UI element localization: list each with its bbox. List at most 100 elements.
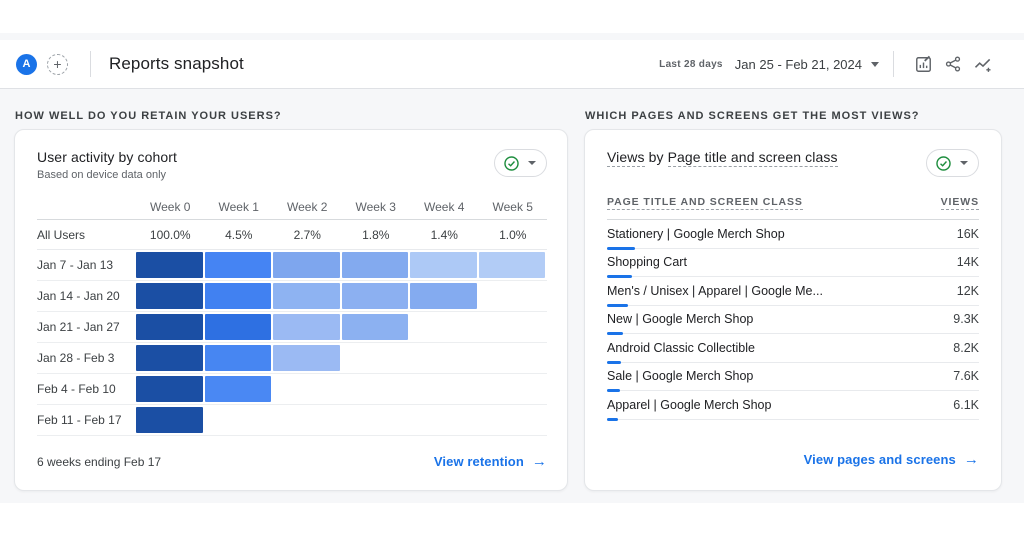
views-value-cell: 6.1K (953, 397, 979, 412)
title-dimension[interactable]: Page title and screen class (667, 149, 838, 167)
table-row: New | Google Merch Shop 9.3K (607, 306, 979, 335)
page-title-cell: Stationery | Google Merch Shop (607, 226, 785, 241)
cohort-cell (204, 314, 271, 340)
table-row: Apparel | Google Merch Shop 6.1K (607, 391, 979, 421)
cohort-cell (341, 283, 408, 309)
metric-column-header[interactable]: VIEWS (940, 196, 979, 210)
cohort-cell-empty (205, 405, 274, 435)
cohort-row: Jan 28 - Feb 3 (37, 343, 547, 374)
cohort-cell-empty (479, 405, 548, 435)
cohort-cell-empty (479, 374, 548, 404)
week-header-label: Week 4 (424, 200, 465, 214)
cohort-cell (136, 376, 203, 402)
cohort-cell (204, 252, 271, 278)
cohort-cell-empty (273, 405, 342, 435)
all-users-value: 100.0% (149, 227, 191, 242)
cohort-cell (410, 252, 477, 278)
pages-table: Stationery | Google Merch Shop 16K Shoppin… (607, 220, 979, 421)
cohort-row-label: Feb 4 - Feb 10 (37, 382, 116, 396)
all-users-value: 1.0% (499, 227, 527, 242)
chevron-down-icon (960, 161, 968, 165)
cohort-footer-note: 6 weeks ending Feb 17 (37, 454, 162, 469)
cohort-cell (136, 407, 203, 433)
cohort-cell (341, 252, 408, 278)
cohort-row-label: Feb 11 - Feb 17 (37, 413, 122, 427)
cohort-cell (204, 283, 271, 309)
pages-column-headers: PAGE TITLE AND SCREEN CLASS VIEWS (607, 196, 979, 220)
views-value-cell: 9.3K (953, 312, 979, 327)
page-title-cell: Men's / Unisex | Apparel | Google Me... (607, 283, 823, 298)
views-value-cell: 14K (956, 255, 979, 270)
data-quality-badge[interactable] (926, 149, 979, 177)
cohort-row: Feb 11 - Feb 17 (37, 405, 547, 436)
cohort-row: Jan 14 - Jan 20 (37, 281, 547, 312)
pages-card: Views by Page title and screen class PAG… (584, 129, 1002, 491)
customize-report-icon[interactable] (908, 49, 938, 79)
page-title-cell: New | Google Merch Shop (607, 312, 754, 327)
pages-section-label: WHICH PAGES AND SCREENS GET THE MOST VIE… (585, 110, 920, 122)
cohort-cell (204, 376, 271, 402)
page-title: Reports snapshot (109, 54, 244, 73)
cohort-cell (273, 345, 340, 371)
cohort-heatmap: Jan 7 - Jan 13 Jan 14 - Jan 20 Jan 21 - Ja… (37, 250, 547, 436)
table-row: Sale | Google Merch Shop 7.6K (607, 363, 979, 392)
retention-card: User activity by cohort Based on device … (14, 129, 568, 491)
table-row: Men's / Unisex | Apparel | Google Me... 1… (607, 277, 979, 307)
views-bar (607, 417, 618, 421)
arrow-right-icon: → (963, 450, 979, 468)
views-value-cell: 8.2K (953, 340, 979, 355)
chevron-down-icon (528, 161, 536, 165)
cohort-cell-empty (273, 374, 342, 404)
cohort-cell (136, 314, 203, 340)
cohort-all-users-row: All Users 100.0% 4.5% 2.7% 1.8% 1.4% 1.0% (37, 220, 547, 250)
retention-section-label: HOW WELL DO YOU RETAIN YOUR USERS? (15, 110, 282, 122)
cohort-cell-empty (479, 312, 548, 342)
cohort-cell-empty (342, 343, 411, 373)
account-avatar[interactable]: A (16, 53, 37, 75)
week-header-label: Week 0 (150, 200, 191, 214)
dimension-column-header[interactable]: PAGE TITLE AND SCREEN CLASS (607, 196, 803, 210)
cohort-cell (410, 283, 477, 309)
cohort-cell (341, 314, 408, 340)
week-header-label: Week 3 (355, 200, 396, 214)
date-range-value: Jan 25 - Feb 21, 2024 (734, 56, 862, 72)
cohort-row: Jan 7 - Jan 13 (37, 250, 547, 281)
page-title-cell: Apparel | Google Merch Shop (607, 397, 772, 412)
week-header-label: Week 5 (492, 200, 533, 214)
cohort-row: Feb 4 - Feb 10 (37, 374, 547, 405)
views-value-cell: 16K (956, 226, 979, 241)
views-value-cell: 12K (956, 283, 979, 298)
green-check-icon (936, 155, 951, 171)
share-icon[interactable] (938, 49, 968, 79)
pages-card-title: Views by Page title and screen class (607, 149, 838, 167)
table-row: Android Classic Collectible 8.2K (607, 334, 979, 364)
retention-card-title: User activity by cohort (37, 149, 178, 165)
add-comparison-button[interactable]: + (47, 53, 68, 75)
cohort-cell-empty (410, 312, 479, 342)
all-users-value: 2.7% (293, 227, 321, 242)
all-users-label: All Users (37, 227, 86, 242)
view-retention-link[interactable]: View retention → (434, 453, 547, 470)
data-quality-badge[interactable] (494, 149, 547, 177)
top-bar: A + Reports snapshot Last 28 days Jan 25… (0, 40, 1024, 89)
cohort-cell-empty (410, 374, 479, 404)
page-title-cell: Android Classic Collectible (607, 340, 755, 355)
title-metric[interactable]: Views (607, 149, 645, 167)
cohort-cell (136, 252, 203, 278)
insights-icon[interactable] (968, 49, 998, 79)
week-header-label: Week 2 (287, 200, 328, 214)
all-users-value: 1.4% (430, 227, 458, 242)
cohort-cell (204, 345, 271, 371)
cohort-cell (136, 345, 203, 371)
cohort-cell (273, 252, 340, 278)
chevron-down-icon (871, 61, 879, 67)
cohort-row: Jan 21 - Jan 27 (37, 312, 547, 343)
cohort-cell (478, 252, 545, 278)
view-pages-and-screens-link[interactable]: View pages and screens → (804, 451, 979, 468)
cohort-row-label: Jan 7 - Jan 13 (37, 258, 114, 272)
green-check-icon (504, 155, 519, 171)
cohort-cell-empty (410, 405, 479, 435)
table-row: Shopping Cart 14K (607, 249, 979, 278)
cohort-cell-empty (342, 374, 411, 404)
date-range-picker[interactable]: Jan 25 - Feb 21, 2024 (735, 57, 879, 72)
